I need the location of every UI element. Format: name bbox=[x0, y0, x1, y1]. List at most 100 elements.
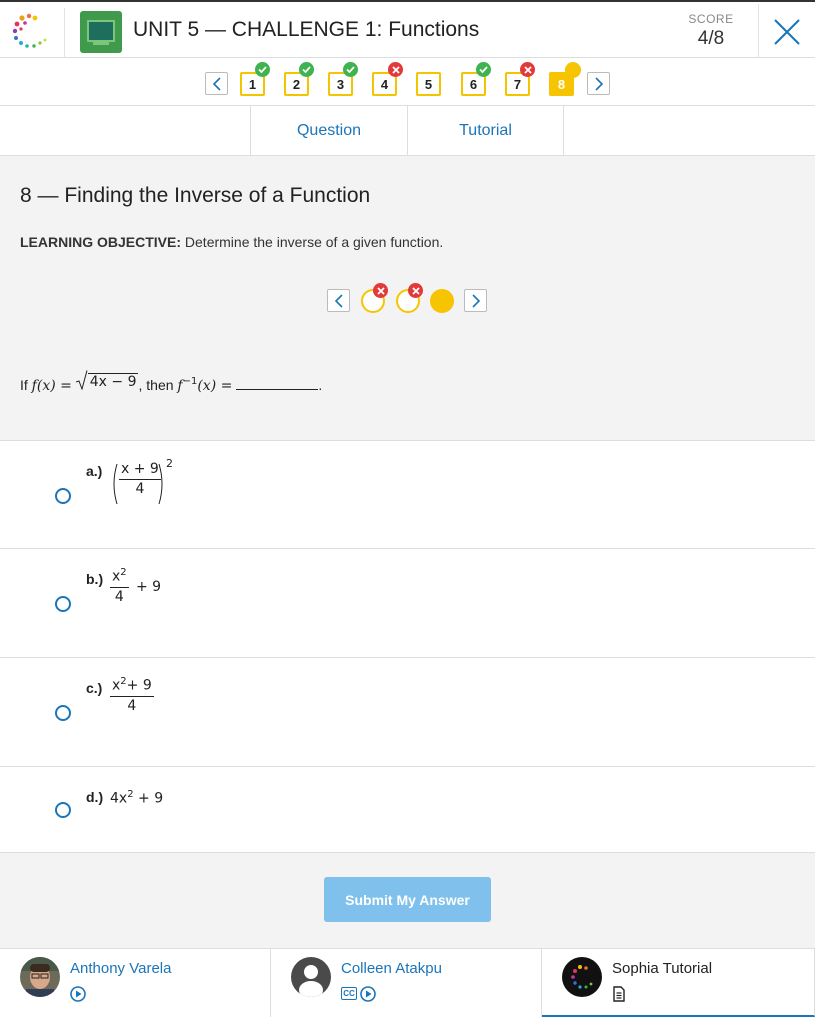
avatar bbox=[562, 957, 602, 997]
tutor-tab-colleen-atakpu[interactable]: Colleen Atakpu CC bbox=[271, 949, 542, 1017]
question-number: 2 bbox=[292, 76, 301, 92]
answer-option-b[interactable]: b.) x2 4 + 9 bbox=[0, 548, 815, 658]
right-paren-icon bbox=[158, 463, 163, 505]
learning-objective: LEARNING OBJECTIVE: Determine the invers… bbox=[20, 234, 443, 250]
tutor-tab-sophia-tutorial[interactable]: Sophia Tutorial bbox=[542, 949, 815, 1017]
page-title: UNIT 5 — CHALLENGE 1: Functions bbox=[133, 18, 480, 41]
question-number: 6 bbox=[469, 76, 478, 92]
correct-check-icon bbox=[299, 62, 314, 77]
numerator: x2+ 9 bbox=[110, 676, 154, 697]
answer-option-c[interactable]: c.) x2+ 9 4 bbox=[0, 657, 815, 767]
correct-check-icon bbox=[343, 62, 358, 77]
answer-option-d[interactable]: d.) 4x2 + 9 bbox=[0, 766, 815, 853]
stem-then: , then bbox=[138, 377, 174, 393]
play-video-icon[interactable] bbox=[360, 986, 376, 1002]
incorrect-x-icon bbox=[408, 283, 423, 298]
prev-attempt-button[interactable] bbox=[327, 289, 350, 312]
numerator: x + 9 bbox=[119, 461, 161, 480]
play-video-icon[interactable] bbox=[70, 986, 86, 1002]
stem-end: . bbox=[318, 377, 323, 393]
answer-option-a[interactable]: a.) x + 9 4 2 bbox=[0, 440, 815, 549]
answer-c-radio[interactable] bbox=[55, 705, 71, 721]
question-navigation: 1 2 3 4 5 6 7 8 bbox=[0, 58, 815, 106]
outer-exponent: 2 bbox=[166, 457, 173, 470]
fraction: x2 4 bbox=[110, 567, 129, 605]
square-root-expression: 4x − 9 bbox=[75, 370, 139, 390]
chevron-left-icon bbox=[212, 76, 221, 91]
tab-tutorial[interactable]: Tutorial bbox=[407, 106, 564, 155]
radical-sign-icon bbox=[75, 370, 88, 390]
avatar bbox=[20, 957, 60, 997]
question-number: 4 bbox=[380, 76, 389, 92]
denominator: 4 bbox=[135, 481, 145, 497]
answer-letter: a.) bbox=[86, 463, 103, 479]
correct-check-icon bbox=[255, 62, 270, 77]
stem-function: f(x) = bbox=[31, 378, 72, 394]
header-divider bbox=[64, 8, 65, 58]
stem-prefix: If bbox=[20, 377, 28, 393]
sophia-logo-icon bbox=[12, 13, 47, 48]
question-panel: 8 — Finding the Inverse of a Function LE… bbox=[0, 156, 815, 440]
tutor-media-icons bbox=[70, 986, 86, 1002]
chalkboard-stand bbox=[93, 42, 109, 45]
chevron-right-icon bbox=[594, 76, 603, 91]
score-value: 4/8 bbox=[697, 28, 725, 49]
objective-text: Determine the inverse of a given functio… bbox=[184, 234, 444, 250]
score-label: SCORE bbox=[688, 12, 734, 26]
answer-a-radio[interactable] bbox=[55, 488, 71, 504]
chalkboard-icon bbox=[87, 20, 115, 42]
question-number: 5 bbox=[424, 76, 433, 92]
header-bar: UNIT 5 — CHALLENGE 1: Functions SCORE 4/… bbox=[0, 0, 815, 60]
chevron-right-icon bbox=[471, 293, 480, 308]
closed-captions-icon[interactable]: CC bbox=[341, 987, 357, 1000]
answer-letter: c.) bbox=[86, 680, 103, 696]
question-title: 8 — Finding the Inverse of a Function bbox=[20, 184, 371, 207]
next-attempt-button[interactable] bbox=[464, 289, 487, 312]
denominator: 4 bbox=[127, 697, 137, 714]
fraction: x2+ 9 4 bbox=[110, 676, 154, 714]
fraction: x + 9 4 bbox=[119, 461, 161, 497]
next-question-button[interactable] bbox=[587, 72, 610, 95]
left-paren-icon bbox=[113, 463, 118, 505]
submit-answer-button[interactable]: Submit My Answer bbox=[324, 877, 491, 922]
radicand: 4x − 9 bbox=[87, 373, 139, 390]
expression-base: 4x bbox=[110, 790, 128, 807]
document-icon[interactable] bbox=[612, 986, 626, 1002]
tutor-name: Sophia Tutorial bbox=[612, 960, 713, 977]
expression-tail: + 9 bbox=[136, 579, 162, 595]
answer-d-radio[interactable] bbox=[55, 802, 71, 818]
correct-check-icon bbox=[476, 62, 491, 77]
numerator: x2 bbox=[110, 567, 129, 588]
answer-b-radio[interactable] bbox=[55, 596, 71, 612]
avatar bbox=[291, 957, 331, 997]
question-stem: If f(x) = 4x − 9 , then f −1 (x) = . bbox=[20, 370, 322, 394]
expression-tail: + 9 bbox=[138, 790, 164, 807]
tab-question[interactable]: Question bbox=[250, 106, 407, 155]
tab-bar: Question Tutorial bbox=[0, 106, 815, 156]
tutor-media-icons bbox=[612, 986, 626, 1002]
attempt-3-indicator bbox=[430, 289, 454, 313]
answer-letter: b.) bbox=[86, 571, 104, 587]
inverse-argument: (x) = bbox=[197, 378, 233, 394]
close-button[interactable] bbox=[758, 4, 815, 60]
tutor-name: Anthony Varela bbox=[70, 960, 172, 977]
denominator: 4 bbox=[114, 588, 124, 605]
pending-dot-icon bbox=[565, 62, 581, 78]
answer-letter: d.) bbox=[86, 789, 104, 805]
objective-label: LEARNING OBJECTIVE: bbox=[20, 234, 182, 250]
expression-exponent: 2 bbox=[127, 789, 134, 800]
inverse-exponent: −1 bbox=[182, 376, 198, 387]
tutor-bar: Anthony Varela Colleen Atakpu CC Sophia … bbox=[0, 948, 815, 1024]
incorrect-x-icon bbox=[520, 62, 535, 77]
numerator-exponent: 2 bbox=[120, 567, 127, 578]
question-number: 3 bbox=[336, 76, 345, 92]
question-5-button[interactable]: 5 bbox=[416, 72, 441, 96]
prev-question-button[interactable] bbox=[205, 72, 228, 95]
close-icon bbox=[774, 19, 800, 45]
incorrect-x-icon bbox=[373, 283, 388, 298]
question-number: 7 bbox=[513, 76, 522, 92]
tutor-tab-anthony-varela[interactable]: Anthony Varela bbox=[0, 949, 271, 1017]
submit-panel: Submit My Answer bbox=[0, 852, 815, 948]
answer-d-expression: 4x2 + 9 bbox=[110, 789, 163, 807]
tutor-name: Colleen Atakpu bbox=[341, 960, 442, 977]
